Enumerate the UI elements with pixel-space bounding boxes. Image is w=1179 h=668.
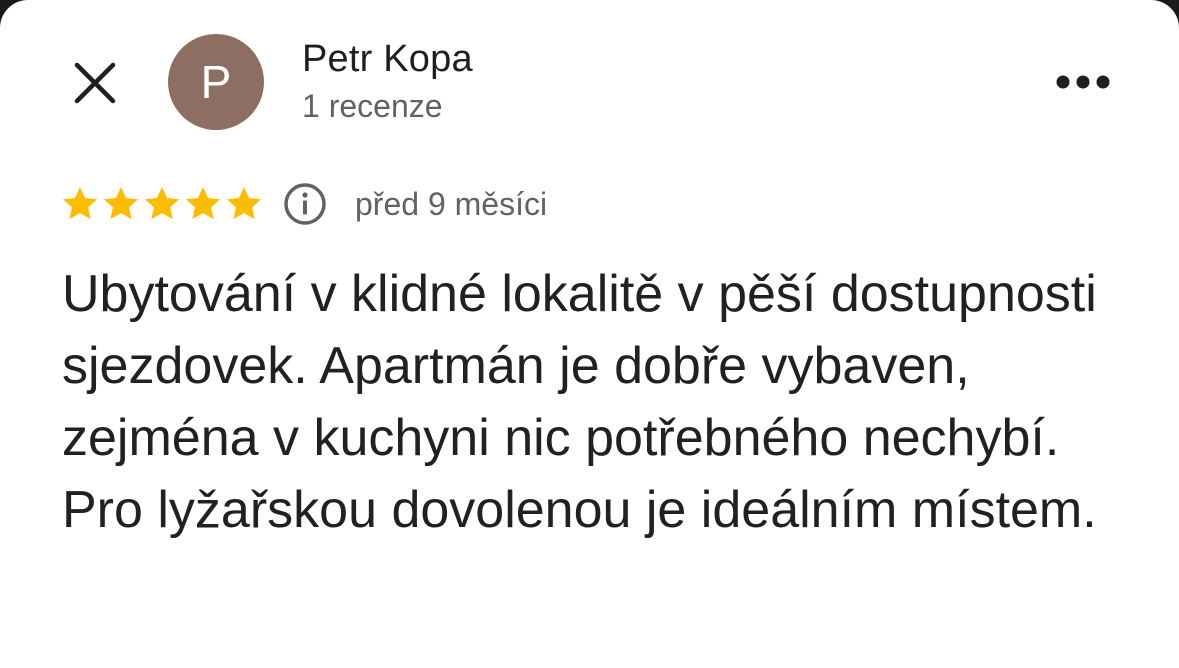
review-date: před 9 měsíci xyxy=(355,185,548,222)
more-horizontal-icon xyxy=(1056,75,1110,89)
more-options-button[interactable] xyxy=(1048,58,1118,106)
close-icon xyxy=(74,62,116,104)
author-review-count: 1 recenze xyxy=(302,88,443,124)
author-name[interactable]: Petr Kopa xyxy=(302,38,473,81)
star-icon xyxy=(185,187,221,220)
star-icon xyxy=(62,187,98,220)
avatar[interactable]: P xyxy=(168,34,264,130)
avatar-initial: P xyxy=(200,56,232,108)
review-card: P Petr Kopa 1 recenze před 9 měsíci Ubyt… xyxy=(0,0,1179,668)
rating-row: před 9 měsíci xyxy=(60,178,547,230)
star-icon xyxy=(226,187,262,220)
review-text: Ubytování v klidné lokalitě v pěší dostu… xyxy=(62,265,1097,539)
star-icon xyxy=(144,187,180,220)
close-button[interactable] xyxy=(64,52,126,114)
star-rating xyxy=(60,184,265,224)
info-icon[interactable] xyxy=(281,180,329,228)
star-icon xyxy=(103,187,139,220)
